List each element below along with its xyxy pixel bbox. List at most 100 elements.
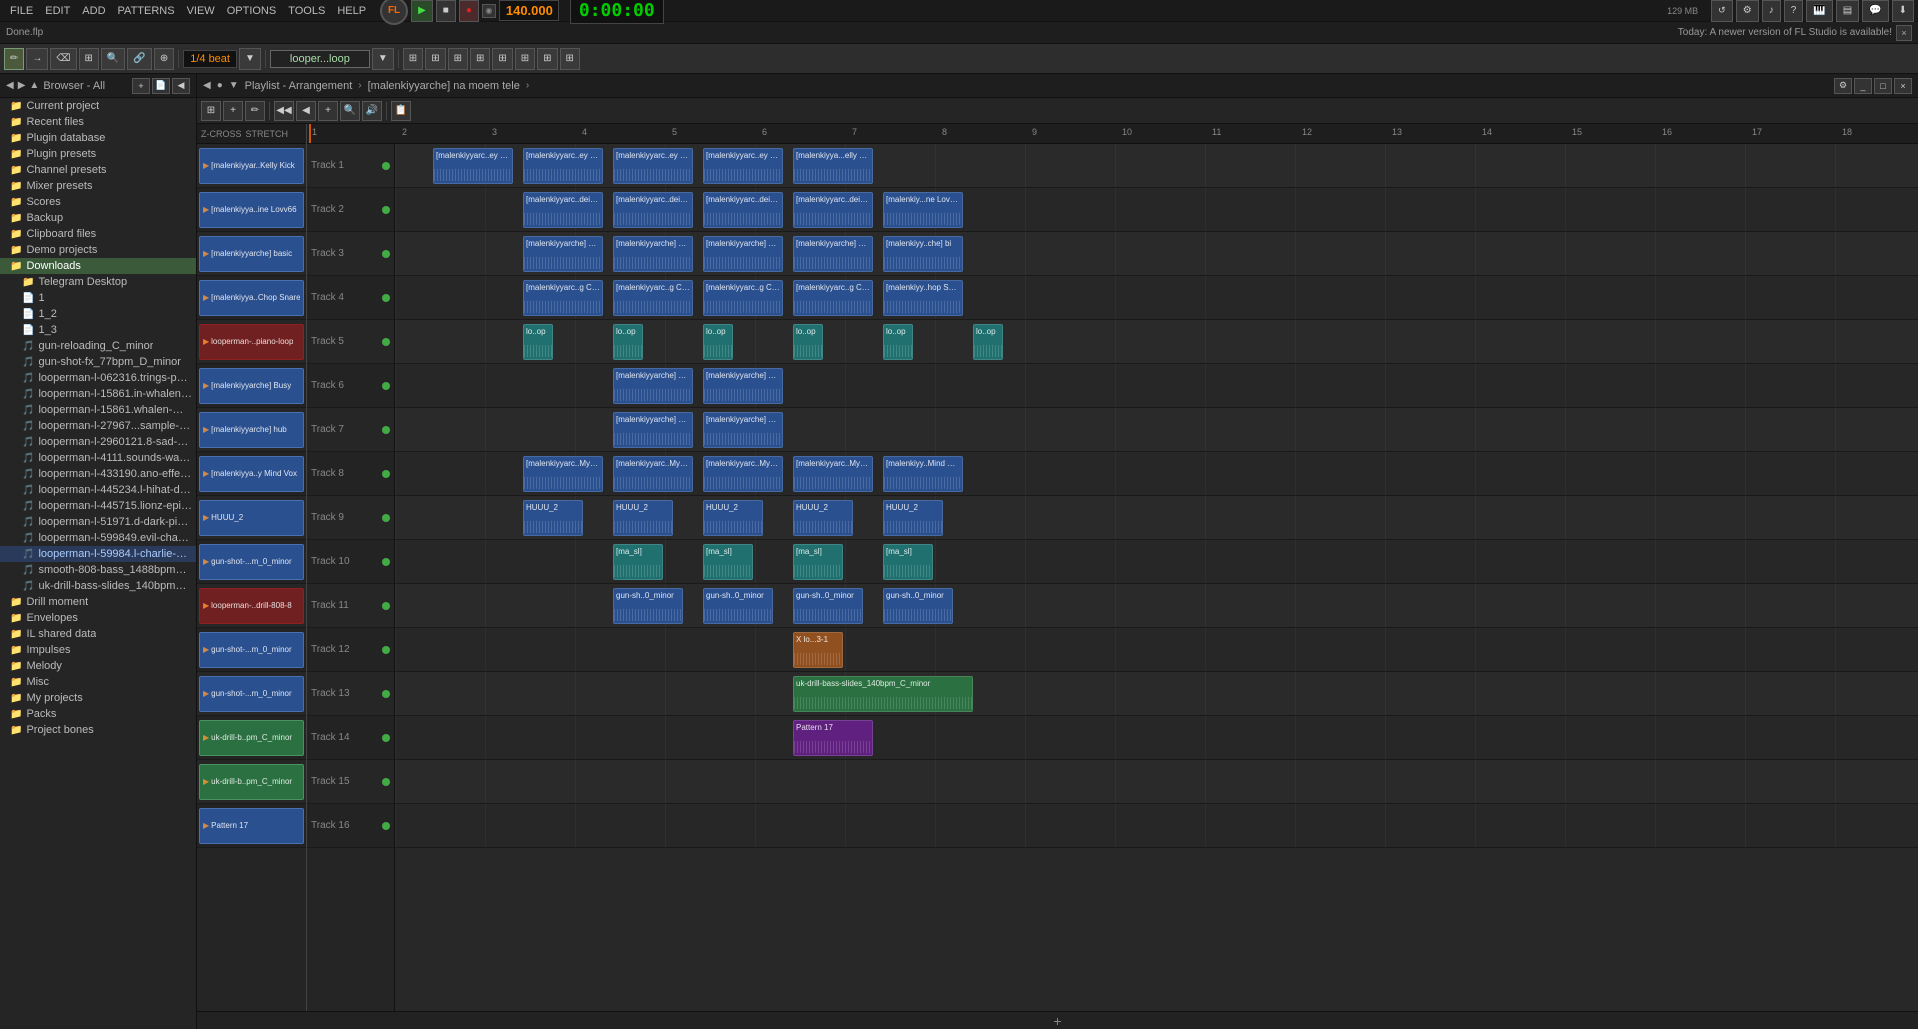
clip-11-0[interactable]: gun-sh..0_minor bbox=[613, 588, 683, 624]
pattern-clip-12[interactable]: ▶gun-shot-...m_0_minor bbox=[199, 632, 304, 668]
playlist-tool-2[interactable]: _ bbox=[1854, 78, 1872, 94]
sidebar-item-plugin-database[interactable]: 📁Plugin database bbox=[0, 130, 196, 146]
pt-speaker[interactable]: 🔊 bbox=[362, 101, 382, 121]
sidebar-item-current-project[interactable]: 📁Current project bbox=[0, 98, 196, 114]
sidebar-item-looperman-599849-2[interactable]: 🎵looperman-l-59984.l-charlie-danso_2 bbox=[0, 546, 196, 562]
clip-5-1[interactable]: lo..op bbox=[613, 324, 643, 360]
clip-10-2[interactable]: [ma_sl] bbox=[793, 544, 843, 580]
sidebar-item-uk-drill-bass[interactable]: 🎵uk-drill-bass-slides_140bpm_C_minor bbox=[0, 578, 196, 594]
clip-4-2[interactable]: [malenkiyyarc..g Chop Snare bbox=[703, 280, 783, 316]
pt-prev[interactable]: ◀◀ bbox=[274, 101, 294, 121]
piano-btn[interactable]: 🎹 bbox=[1806, 0, 1832, 22]
sidebar-file-btn[interactable]: 📄 bbox=[152, 78, 170, 94]
pattern-tool-erase[interactable]: ⌫ bbox=[50, 48, 76, 70]
clip-13-0[interactable]: uk-drill-bass-slides_140bpm_C_minor bbox=[793, 676, 973, 712]
clip-2-1[interactable]: [malenkiyyarc..deine Lovv66 bbox=[613, 192, 693, 228]
clip-7-0[interactable]: [malenkiyyarche] hub bbox=[613, 412, 693, 448]
record-button[interactable]: ● bbox=[459, 0, 479, 22]
menu-options[interactable]: OPTIONS bbox=[221, 3, 283, 19]
menu-add[interactable]: ADD bbox=[76, 3, 111, 19]
pattern-clip-3[interactable]: ▶[malenkiyyarche] basic bbox=[199, 236, 304, 272]
playlist-context-btn[interactable]: ▼ bbox=[229, 80, 239, 91]
pattern-tool-select[interactable]: ⊞ bbox=[79, 48, 99, 70]
clip-5-0[interactable]: lo..op bbox=[523, 324, 553, 360]
sidebar-item-il-shared-data[interactable]: 📁IL shared data bbox=[0, 626, 196, 642]
menu-edit[interactable]: EDIT bbox=[39, 3, 76, 19]
pattern-clip-2[interactable]: ▶[malenkiyya..ine Lovv66 bbox=[199, 192, 304, 228]
clip-9-2[interactable]: HUUU_2 bbox=[703, 500, 763, 536]
clip-8-3[interactable]: [malenkiyyarc..My Mind Vox bbox=[793, 456, 873, 492]
pattern-name-display[interactable]: looper...loop bbox=[270, 50, 370, 68]
chat-btn[interactable]: 💬 bbox=[1862, 0, 1888, 22]
pattern-clip-6[interactable]: ▶[malenkiyyarche] Busy bbox=[199, 368, 304, 404]
sidebar-item-scores[interactable]: 📁Scores bbox=[0, 194, 196, 210]
clip-3-1[interactable]: [malenkiyyarche] basic bbox=[613, 236, 693, 272]
clip-8-0[interactable]: [malenkiyyarc..My Mind Vox bbox=[523, 456, 603, 492]
clip-10-0[interactable]: [ma_sl] bbox=[613, 544, 663, 580]
clip-4-3[interactable]: [malenkiyyarc..g Chop Snare bbox=[793, 280, 873, 316]
pattern-clip-11[interactable]: ▶looperman-..drill-808-8 bbox=[199, 588, 304, 624]
clip-3-0[interactable]: [malenkiyyarche] basic bbox=[523, 236, 603, 272]
pattern-tool-arrow[interactable]: → bbox=[26, 48, 48, 70]
playlist-close-btn[interactable]: ◀ bbox=[203, 80, 211, 91]
clone-btn[interactable]: ⊞ bbox=[425, 48, 445, 70]
pt-pencil[interactable]: ✏ bbox=[245, 101, 265, 121]
clip-5-2[interactable]: lo..op bbox=[703, 324, 733, 360]
pattern-clip-16[interactable]: ▶Pattern 17 bbox=[199, 808, 304, 844]
bpm-display[interactable]: 140.000 bbox=[499, 0, 559, 21]
pattern-clip-1[interactable]: ▶[malenkiyyar..Kelly Kick bbox=[199, 148, 304, 184]
play-button[interactable]: ▶ bbox=[411, 0, 433, 22]
clip-2-4[interactable]: [malenkiy...ne Lovv66 bbox=[883, 192, 963, 228]
sidebar-item-looperman-433190[interactable]: 🎵looperman-l-433190.ano-effects-part-7 bbox=[0, 466, 196, 482]
beat-dropdown[interactable]: ▼ bbox=[239, 48, 261, 70]
midi-btn[interactable]: ♪ bbox=[1762, 0, 1781, 22]
pattern-clip-5[interactable]: ▶looperman-..piano-loop bbox=[199, 324, 304, 360]
sidebar-item-gun-shot-fx[interactable]: 🎵gun-shot-fx_77bpm_D_minor bbox=[0, 354, 196, 370]
pattern-tool-zoom[interactable]: 🔍 bbox=[101, 48, 125, 70]
add-track-row[interactable]: + bbox=[197, 1011, 1918, 1029]
sidebar-item-looperman-15861-wh[interactable]: 🎵looperman-l-15861.whalen-mysteria_2 bbox=[0, 402, 196, 418]
sidebar-item-looperman-445715[interactable]: 🎵looperman-l-445715.lionz-epic-uk-drill bbox=[0, 498, 196, 514]
playlist-tool-1[interactable]: ⚙ bbox=[1834, 78, 1852, 94]
sidebar-item-telegram-desktop[interactable]: 📁Telegram Desktop bbox=[0, 274, 196, 290]
pt-arrangement[interactable]: 📋 bbox=[391, 101, 411, 121]
pattern-clip-9[interactable]: ▶HUUU_2 bbox=[199, 500, 304, 536]
sidebar-item-looperman-15861-in[interactable]: 🎵looperman-l-15861.in-whalen-mysteria bbox=[0, 386, 196, 402]
group-btn[interactable]: ⊞ bbox=[448, 48, 468, 70]
clip-8-1[interactable]: [malenkiyyarc..My Mind Vox bbox=[613, 456, 693, 492]
sidebar-item-clipboard-files[interactable]: 📁Clipboard files bbox=[0, 226, 196, 242]
clip-11-2[interactable]: gun-sh..0_minor bbox=[793, 588, 863, 624]
clip-6-0[interactable]: [malenkiyyarche] Busy bbox=[613, 368, 693, 404]
pt-snap[interactable]: + bbox=[223, 101, 243, 121]
sidebar-settings-btn[interactable]: ◀ bbox=[172, 78, 190, 94]
sidebar-item-plugin-presets[interactable]: 📁Plugin presets bbox=[0, 146, 196, 162]
sidebar-item-file-1_2[interactable]: 📄1_2 bbox=[0, 306, 196, 322]
filter-btn[interactable]: ⊞ bbox=[515, 48, 535, 70]
pt-play[interactable]: ◀ bbox=[296, 101, 316, 121]
clip-11-3[interactable]: gun-sh..0_minor bbox=[883, 588, 953, 624]
sidebar-item-misc[interactable]: 📁Misc bbox=[0, 674, 196, 690]
playlist-tool-4[interactable]: × bbox=[1894, 78, 1912, 94]
clip-5-3[interactable]: lo..op bbox=[793, 324, 823, 360]
sidebar-item-looperman-4111[interactable]: 🎵looperman-l-4111.sounds-warm-times bbox=[0, 450, 196, 466]
snap-btn[interactable]: ⊞ bbox=[403, 48, 423, 70]
mute-btn[interactable]: ⊞ bbox=[492, 48, 512, 70]
sidebar-item-looperman-2960121[interactable]: 🎵looperman-l-2960121.8-sad-drill-violin bbox=[0, 434, 196, 450]
sidebar-item-channel-presets[interactable]: 📁Channel presets bbox=[0, 162, 196, 178]
clip-9-4[interactable]: HUUU_2 bbox=[883, 500, 943, 536]
sidebar-back-btn[interactable]: ◀ bbox=[6, 80, 14, 91]
sidebar-item-backup[interactable]: 📁Backup bbox=[0, 210, 196, 226]
clip-3-2[interactable]: [malenkiyyarche] basic bbox=[703, 236, 783, 272]
clip-2-0[interactable]: [malenkiyyarc..deine Lovv66 bbox=[523, 192, 603, 228]
pattern-clip-15[interactable]: ▶uk-drill-b..pm_C_minor bbox=[199, 764, 304, 800]
clip-2-3[interactable]: [malenkiyyarc..deine Lovv66 bbox=[793, 192, 873, 228]
record-mode-btn[interactable]: ◉ bbox=[482, 4, 496, 18]
clip-10-1[interactable]: [ma_sl] bbox=[703, 544, 753, 580]
clip-3-3[interactable]: [malenkiyyarche] basic bbox=[793, 236, 873, 272]
sidebar-item-looperman-51971[interactable]: 🎵looperman-l-51971.d-dark-piano-loop bbox=[0, 514, 196, 530]
clip-14-0[interactable]: Pattern 17 bbox=[793, 720, 873, 756]
audio-settings-btn[interactable]: ⚙ bbox=[1736, 0, 1759, 22]
sidebar-item-looperman-445234[interactable]: 🎵looperman-l-445234.l-hihat-drum-loop bbox=[0, 482, 196, 498]
clip-4-4[interactable]: [malenkiyy..hop Snare bbox=[883, 280, 963, 316]
sidebar-item-looperman-27967[interactable]: 🎵looperman-l-27967...sample-type-loop bbox=[0, 418, 196, 434]
